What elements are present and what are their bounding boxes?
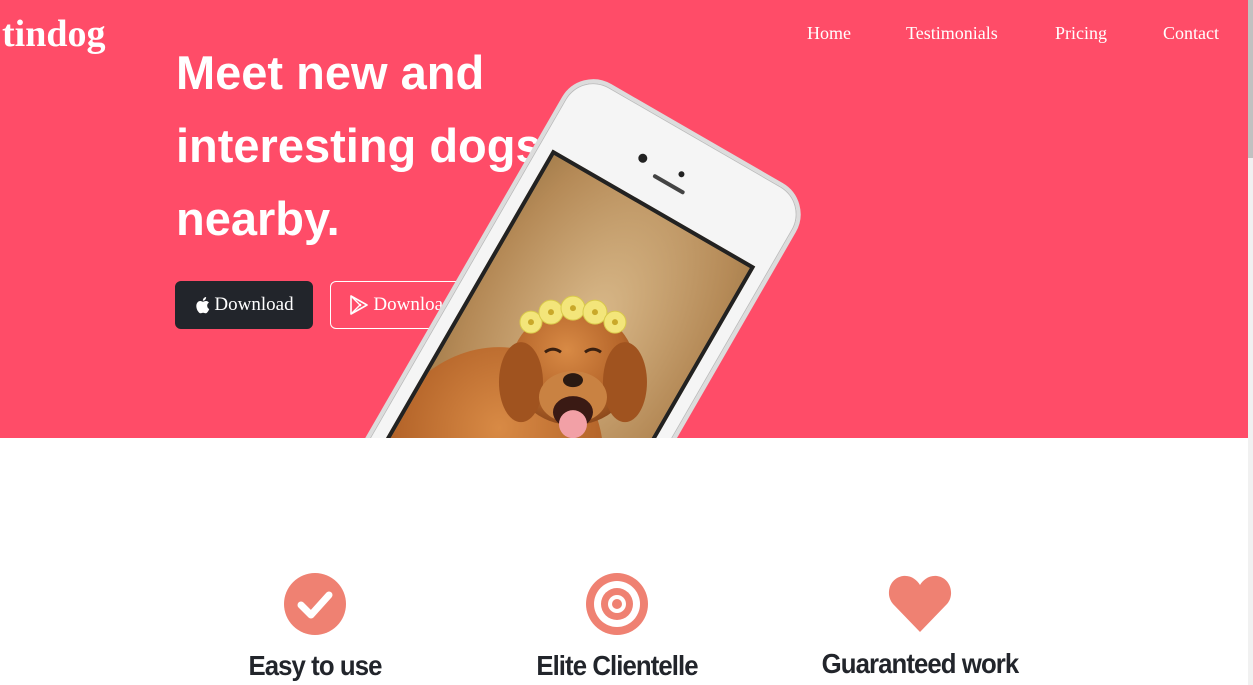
hero-section: tindog Home Testimonials Pricing Contact… (0, 0, 1248, 438)
apple-download-button[interactable]: Download (175, 281, 313, 329)
feature-elite-clientelle: Elite Clientelle (467, 572, 767, 682)
hero-heading: Meet new and interesting dogs nearby. (176, 46, 542, 245)
phone-speaker (652, 173, 686, 195)
page-scrollbar[interactable] (1248, 0, 1253, 685)
google-play-download-button[interactable]: Download (330, 281, 472, 329)
feature-title: Elite Clientelle (536, 650, 698, 681)
nav-link-home[interactable]: Home (807, 20, 851, 46)
phone-camera (636, 152, 649, 165)
check-circle-icon (165, 572, 465, 636)
nav-link-pricing[interactable]: Pricing (1055, 20, 1107, 46)
brand-logo[interactable]: tindog (2, 10, 105, 58)
google-play-icon (349, 295, 369, 315)
scrollbar-thumb[interactable] (1248, 0, 1253, 158)
phone-sensor (677, 170, 686, 179)
nav-link-testimonials[interactable]: Testimonials (906, 20, 998, 46)
google-play-download-label: Download (373, 294, 453, 315)
heart-icon (770, 572, 1070, 634)
nav-link-contact[interactable]: Contact (1163, 20, 1219, 46)
bullseye-icon (467, 572, 767, 636)
feature-guaranteed-work: Guaranteed work (770, 572, 1070, 680)
feature-title: Easy to use (248, 650, 382, 681)
feature-title: Guaranteed work (821, 648, 1020, 679)
feature-easy-to-use: Easy to use (165, 572, 465, 682)
apple-icon (194, 296, 210, 314)
apple-download-label: Download (214, 294, 294, 315)
